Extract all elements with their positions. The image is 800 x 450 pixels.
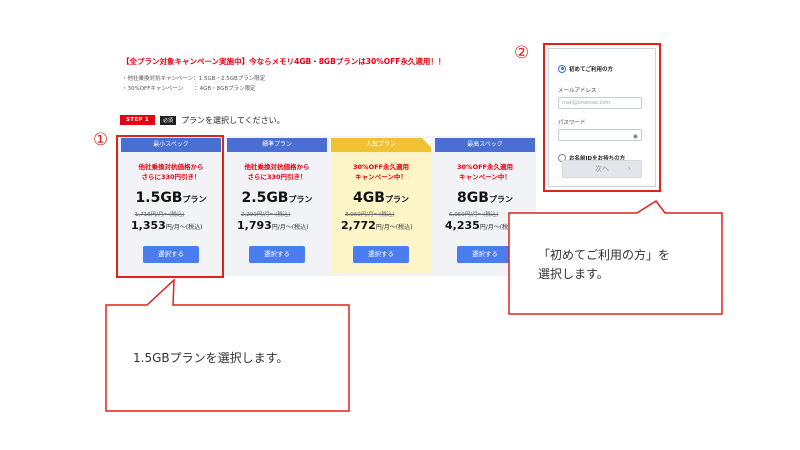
callout-2-text-line1: 「初めてご利用の方」を	[538, 248, 671, 262]
callout-2-text-line2: 選択します。	[538, 267, 609, 281]
callout-1-text: 1.5GBプランを選択します。	[133, 351, 289, 365]
callout-shapes	[105, 199, 723, 412]
callout-1-bubble	[105, 278, 350, 412]
